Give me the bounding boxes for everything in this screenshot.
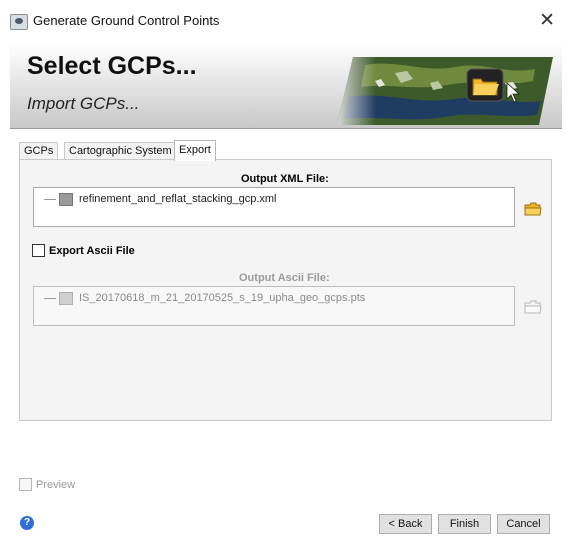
output-xml-filename: refinement_and_reflat_stacking_gcp.xml bbox=[79, 193, 277, 205]
export-ascii-row[interactable]: Export Ascii File bbox=[32, 244, 135, 257]
preview-label: Preview bbox=[36, 478, 76, 491]
help-icon[interactable]: ? bbox=[20, 516, 34, 530]
satellite-folder-image bbox=[337, 57, 553, 125]
folder-open-icon bbox=[524, 300, 542, 314]
folder-open-icon[interactable] bbox=[524, 202, 542, 216]
close-icon[interactable]: ✕ bbox=[539, 9, 555, 32]
back-button[interactable]: < Back bbox=[379, 514, 432, 534]
preview-checkbox bbox=[19, 478, 32, 491]
wizard-banner: Select GCPs... Import GCPs... bbox=[10, 43, 562, 129]
output-ascii-field: IS_20170618_m_21_20170525_s_19_upha_geo_… bbox=[33, 286, 515, 326]
tab-export[interactable]: Export bbox=[174, 140, 216, 161]
title-bar: Generate Ground Control Points ✕ bbox=[0, 0, 567, 40]
tree-connector bbox=[44, 298, 56, 299]
tree-connector bbox=[44, 199, 56, 200]
tab-cartographic-system[interactable]: Cartographic System bbox=[64, 142, 177, 160]
output-xml-label: Output XML File: bbox=[241, 173, 329, 185]
output-ascii-filename: IS_20170618_m_21_20170525_s_19_upha_geo_… bbox=[79, 292, 366, 304]
cancel-button[interactable]: Cancel bbox=[497, 514, 550, 534]
finish-button[interactable]: Finish bbox=[438, 514, 491, 534]
file-icon bbox=[59, 193, 73, 206]
export-ascii-label: Export Ascii File bbox=[49, 244, 135, 257]
window-title: Generate Ground Control Points bbox=[33, 13, 220, 28]
tab-gcps[interactable]: GCPs bbox=[19, 142, 59, 160]
preview-row: Preview bbox=[19, 478, 75, 491]
output-ascii-label: Output Ascii File: bbox=[239, 272, 330, 284]
export-panel: Output XML File: refinement_and_reflat_s… bbox=[19, 159, 552, 421]
output-xml-field[interactable]: refinement_and_reflat_stacking_gcp.xml bbox=[33, 187, 515, 227]
banner-subtitle: Import GCPs... bbox=[27, 94, 140, 113]
app-icon bbox=[10, 14, 28, 30]
banner-title: Select GCPs... bbox=[27, 52, 197, 80]
export-ascii-checkbox[interactable] bbox=[32, 244, 45, 257]
file-icon bbox=[59, 292, 73, 305]
